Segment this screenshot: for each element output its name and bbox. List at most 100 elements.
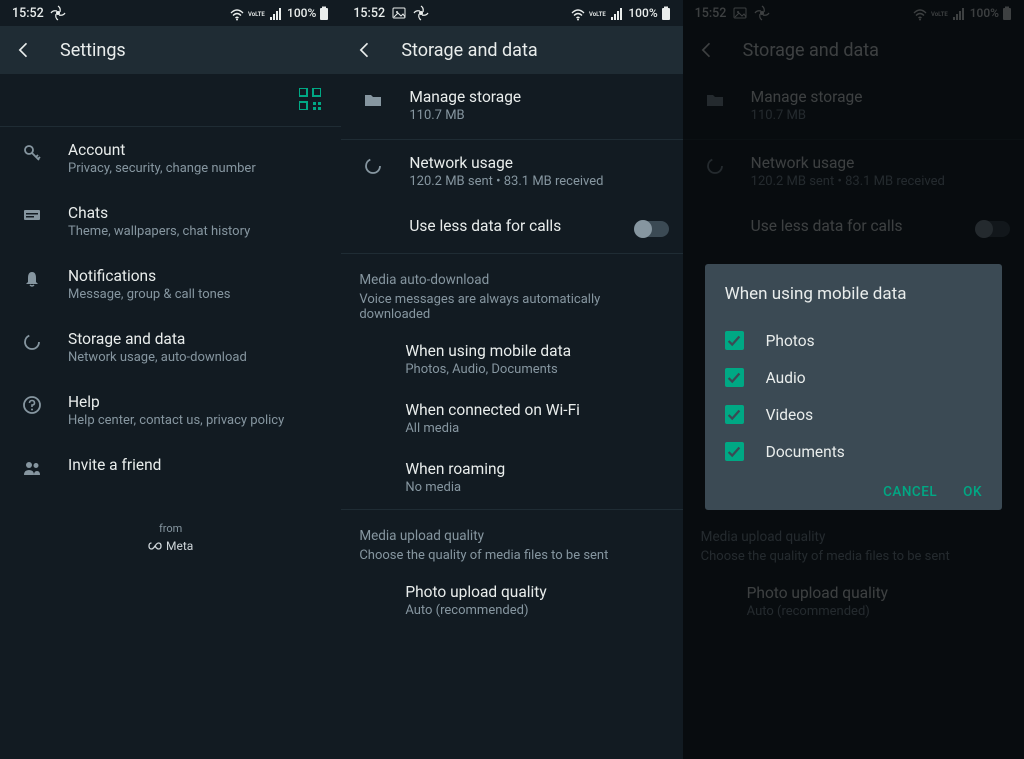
from-label: from	[0, 522, 341, 535]
switch-knob	[634, 220, 652, 238]
section-sub-media: Voice messages are always automatically …	[341, 290, 682, 330]
item-photo-quality[interactable]: Photo upload quality Auto (recommended)	[341, 571, 682, 630]
mobile-data-dialog: When using mobile data Photos Audio Vide…	[705, 264, 1002, 510]
qr-row	[0, 74, 341, 124]
cancel-button[interactable]: CANCEL	[883, 484, 937, 500]
fan-icon	[50, 5, 66, 21]
menu-sub: Network usage, auto-download	[68, 350, 327, 365]
item-sub: 120.2 MB sent • 83.1 MB received	[409, 174, 668, 189]
image-icon	[391, 5, 407, 21]
menu-storage[interactable]: Storage and data Network usage, auto-down…	[0, 316, 341, 379]
signal-icon	[610, 6, 623, 20]
page-title: Storage and data	[401, 40, 537, 61]
menu-sub: Privacy, security, change number	[68, 161, 327, 176]
checkbox-checked[interactable]	[725, 368, 744, 387]
back-icon	[355, 40, 375, 60]
menu-sub: Theme, wallpapers, chat history	[68, 224, 327, 239]
battery-pct: 100%	[287, 6, 316, 20]
opt-label: Documents	[766, 443, 845, 461]
opt-label: Photos	[766, 332, 815, 350]
check-icon	[725, 332, 743, 350]
dialog-title: When using mobile data	[725, 284, 982, 304]
qr-icon[interactable]	[299, 88, 321, 110]
item-title: When roaming	[405, 460, 668, 478]
header-settings: Settings	[0, 26, 341, 74]
help-icon	[22, 395, 42, 415]
signal-icon	[269, 6, 282, 20]
data-icon	[363, 156, 383, 176]
item-sub: No media	[405, 480, 668, 495]
chat-icon	[22, 206, 42, 224]
item-roaming[interactable]: When roaming No media	[341, 448, 682, 507]
status-time: 15:52	[12, 6, 44, 21]
menu-invite[interactable]: Invite a friend	[0, 442, 341, 492]
item-network-usage[interactable]: Network usage 120.2 MB sent • 83.1 MB rec…	[341, 140, 682, 203]
meta-text: Meta	[166, 539, 193, 553]
item-wifi[interactable]: When connected on Wi-Fi All media	[341, 389, 682, 448]
infinity-icon	[148, 541, 162, 551]
menu-sub: Message, group & call tones	[68, 287, 327, 302]
item-title: When connected on Wi-Fi	[405, 401, 668, 419]
header-storage: Storage and data	[341, 26, 682, 74]
checkbox-checked[interactable]	[725, 442, 744, 461]
key-icon	[22, 143, 42, 163]
menu-title: Notifications	[68, 267, 327, 285]
check-icon	[725, 443, 743, 461]
checkbox-checked[interactable]	[725, 331, 744, 350]
item-sub: Photos, Audio, Documents	[405, 362, 668, 377]
item-title: Network usage	[409, 154, 668, 172]
dialog-opt-audio[interactable]: Audio	[725, 359, 982, 396]
ok-button[interactable]: OK	[963, 484, 982, 500]
status-time: 15:52	[353, 6, 385, 21]
dialog-actions: CANCEL OK	[725, 470, 982, 500]
checkbox-checked[interactable]	[725, 405, 744, 424]
fan-icon	[413, 5, 429, 21]
meta-brand: Meta	[0, 539, 341, 553]
status-bar: 15:52 100%	[0, 0, 341, 26]
dialog-opt-photos[interactable]: Photos	[725, 322, 982, 359]
opt-label: Audio	[766, 369, 806, 387]
menu-title: Storage and data	[68, 330, 327, 348]
less-data-switch[interactable]	[635, 221, 669, 237]
menu-account[interactable]: Account Privacy, security, change number	[0, 127, 341, 190]
item-mobile-data[interactable]: When using mobile data Photos, Audio, Doc…	[341, 330, 682, 389]
menu-sub: Help center, contact us, privacy policy	[68, 413, 327, 428]
status-bar: 15:52 100%	[341, 0, 682, 26]
people-icon	[22, 458, 42, 478]
screen-storage-dialog: 15:52 100% Storage and data Manage stora…	[683, 0, 1024, 759]
check-icon	[725, 406, 743, 424]
menu-title: Help	[68, 393, 327, 411]
item-title: Use less data for calls	[409, 217, 610, 235]
menu-notifications[interactable]: Notifications Message, group & call tones	[0, 253, 341, 316]
page-title: Settings	[60, 40, 126, 61]
item-title: When using mobile data	[405, 342, 668, 360]
item-sub: Auto (recommended)	[405, 603, 668, 618]
section-sub-upload: Choose the quality of media files to be …	[341, 546, 682, 571]
item-manage-storage[interactable]: Manage storage110.7 MB	[341, 74, 682, 137]
battery-icon	[661, 6, 671, 21]
check-icon	[725, 369, 743, 387]
item-title: Photo upload quality	[405, 583, 668, 601]
screen-storage: 15:52 100% Storage and data Manage stora…	[341, 0, 682, 759]
volte-icon	[248, 8, 266, 18]
item-sub: All media	[405, 421, 668, 436]
screen-settings: 15:52 100% Settings Account Privacy, secu…	[0, 0, 341, 759]
opt-label: Videos	[766, 406, 813, 424]
menu-chats[interactable]: Chats Theme, wallpapers, chat history	[0, 190, 341, 253]
wifi-icon	[570, 5, 586, 21]
data-icon	[22, 332, 42, 352]
menu-help[interactable]: Help Help center, contact us, privacy pol…	[0, 379, 341, 442]
section-header-upload: Media upload quality	[341, 510, 682, 546]
back-button[interactable]	[14, 40, 34, 60]
dialog-opt-videos[interactable]: Videos	[725, 396, 982, 433]
battery-icon	[319, 6, 329, 21]
item-title: Manage storage	[409, 88, 668, 106]
bell-icon	[22, 269, 42, 289]
item-less-data[interactable]: Use less data for calls	[341, 203, 682, 251]
menu-title: Chats	[68, 204, 327, 222]
back-icon	[14, 40, 34, 60]
menu-title: Account	[68, 141, 327, 159]
dialog-opt-documents[interactable]: Documents	[725, 433, 982, 470]
back-button[interactable]	[355, 40, 375, 60]
section-header-media: Media auto-download	[341, 254, 682, 290]
